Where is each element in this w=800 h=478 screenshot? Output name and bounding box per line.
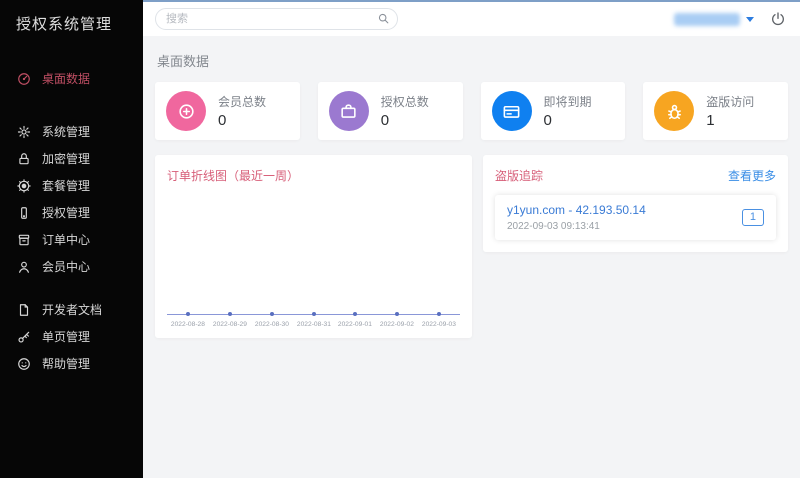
stat-value: 0 — [218, 112, 266, 129]
bug-icon — [654, 91, 694, 131]
dashboard-icon — [17, 72, 31, 86]
key-icon — [17, 330, 31, 344]
bottom-row: 订单折线图（最近一周） 2022-08-282022-08-292022-08-… — [155, 155, 788, 338]
chart-point — [437, 312, 441, 316]
main-column: 桌面数据 会员总数 0 授权总数 — [143, 0, 800, 478]
stat-value: 0 — [544, 112, 592, 129]
piracy-tracking-card: 盗版追踪 查看更多 y1yun.com - 42.193.50.14 2022-… — [483, 155, 788, 252]
chart-tick-label: 2022-09-02 — [377, 321, 417, 328]
user-area — [674, 11, 786, 27]
stat-label: 即将到期 — [544, 93, 592, 110]
search-wrap — [155, 8, 398, 30]
user-icon — [17, 260, 31, 274]
sidebar-item-label: 会员中心 — [42, 258, 90, 275]
sidebar-item-encryption[interactable]: 加密管理 — [0, 145, 143, 172]
sidebar-section-spacer — [0, 92, 143, 118]
chart-tick-label: 2022-08-29 — [210, 321, 250, 328]
sidebar: 授权系统管理 桌面数据 系统管理 加密管理 — [0, 0, 143, 478]
chart-point — [186, 312, 190, 316]
stat-label: 会员总数 — [218, 93, 266, 110]
lock-icon — [17, 152, 31, 166]
chart-column: 2022-08-31 — [293, 315, 335, 328]
chart-column: 2022-09-03 — [418, 315, 460, 328]
chart-column: 2022-09-01 — [334, 315, 376, 328]
chart-title: 订单折线图（最近一周） — [167, 167, 460, 184]
piracy-timestamp: 2022-09-03 09:13:41 — [507, 221, 646, 232]
piracy-count-badge: 1 — [742, 209, 764, 226]
sidebar-item-authorization[interactable]: 授权管理 — [0, 199, 143, 226]
sidebar-item-orders[interactable]: 订单中心 — [0, 226, 143, 253]
stat-card-authorizations: 授权总数 0 — [318, 82, 463, 140]
search-icon[interactable] — [377, 12, 390, 25]
gear-icon — [17, 125, 31, 139]
username-redacted[interactable] — [674, 13, 740, 26]
chart-tick-label: 2022-08-31 — [294, 321, 334, 328]
piracy-list-item: y1yun.com - 42.193.50.14 2022-09-03 09:1… — [495, 195, 776, 240]
chart-plot-area — [167, 184, 460, 314]
stat-label: 盗版访问 — [706, 93, 754, 110]
logout-power-icon[interactable] — [770, 11, 786, 27]
chart-tick-label: 2022-09-01 — [335, 321, 375, 328]
chart-column: 2022-08-28 — [167, 315, 209, 328]
sidebar-item-label: 授权管理 — [42, 204, 90, 221]
help-icon — [17, 357, 31, 371]
sidebar-item-label: 订单中心 — [42, 231, 90, 248]
stat-card-piracy: 盗版访问 1 — [643, 82, 788, 140]
chart-point — [270, 312, 274, 316]
sidebar-item-label: 加密管理 — [42, 150, 90, 167]
page-title: 桌面数据 — [157, 51, 788, 70]
order-chart-card: 订单折线图（最近一周） 2022-08-282022-08-292022-08-… — [155, 155, 472, 338]
sidebar-item-label: 单页管理 — [42, 328, 90, 345]
briefcase-icon — [329, 91, 369, 131]
stat-card-expiring: 即将到期 0 — [481, 82, 626, 140]
stat-card-members: 会员总数 0 — [155, 82, 300, 140]
sidebar-item-desktop-data[interactable]: 桌面数据 — [0, 65, 143, 92]
user-add-icon — [166, 91, 206, 131]
sidebar-item-system[interactable]: 系统管理 — [0, 118, 143, 145]
sidebar-item-label: 套餐管理 — [42, 177, 90, 194]
topbar — [143, 2, 800, 36]
sidebar-item-developer-docs[interactable]: 开发者文档 — [0, 296, 143, 323]
sidebar-item-label: 桌面数据 — [42, 70, 90, 87]
search-input[interactable] — [155, 8, 398, 30]
chart-point — [395, 312, 399, 316]
sidebar-item-label: 开发者文档 — [42, 301, 102, 318]
order-box-icon — [17, 233, 31, 247]
chart-point — [312, 312, 316, 316]
stat-label: 授权总数 — [381, 93, 429, 110]
chevron-down-icon[interactable] — [746, 17, 754, 22]
sidebar-item-help[interactable]: 帮助管理 — [0, 350, 143, 377]
chart-column: 2022-08-29 — [209, 315, 251, 328]
mobile-icon — [17, 206, 31, 220]
sidebar-section-spacer — [0, 280, 143, 296]
chart-x-axis: 2022-08-282022-08-292022-08-302022-08-31… — [167, 314, 460, 328]
chart-tick-label: 2022-08-28 — [168, 321, 208, 328]
document-icon — [17, 303, 31, 317]
package-gear-icon — [17, 179, 31, 193]
app-title: 授权系统管理 — [0, 0, 143, 34]
piracy-card-header: 盗版追踪 查看更多 — [495, 167, 776, 184]
chart-tick-label: 2022-08-30 — [252, 321, 292, 328]
sidebar-item-members[interactable]: 会员中心 — [0, 253, 143, 280]
stat-value: 1 — [706, 112, 754, 129]
piracy-domain-link[interactable]: y1yun.com - 42.193.50.14 — [507, 203, 646, 217]
content-area: 桌面数据 会员总数 0 授权总数 — [143, 36, 800, 478]
sidebar-item-packages[interactable]: 套餐管理 — [0, 172, 143, 199]
chart-point — [353, 312, 357, 316]
view-more-link[interactable]: 查看更多 — [728, 167, 776, 184]
sidebar-item-label: 系统管理 — [42, 123, 90, 140]
sidebar-item-single-page[interactable]: 单页管理 — [0, 323, 143, 350]
piracy-title: 盗版追踪 — [495, 167, 543, 184]
stats-row: 会员总数 0 授权总数 0 — [155, 82, 788, 140]
stat-value: 0 — [381, 112, 429, 129]
sidebar-menu: 桌面数据 系统管理 加密管理 套餐管理 — [0, 65, 143, 377]
credit-card-icon — [492, 91, 532, 131]
app-window: 授权系统管理 桌面数据 系统管理 加密管理 — [0, 0, 800, 478]
chart-column: 2022-08-30 — [251, 315, 293, 328]
sidebar-item-label: 帮助管理 — [42, 355, 90, 372]
chart-point — [228, 312, 232, 316]
chart-column: 2022-09-02 — [376, 315, 418, 328]
chart-tick-label: 2022-09-03 — [419, 321, 459, 328]
